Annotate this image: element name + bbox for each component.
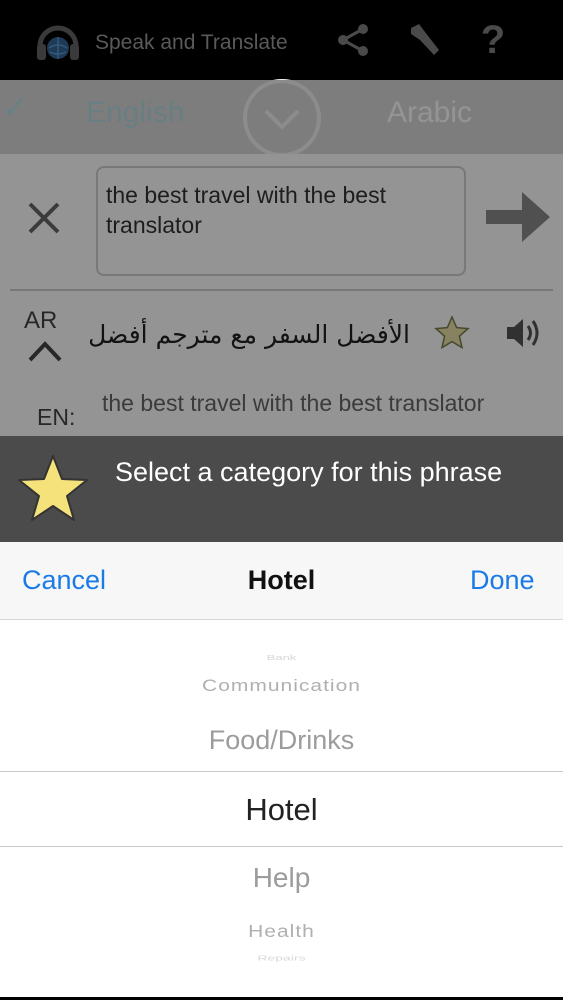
picker-option[interactable]: Repairs [0, 954, 563, 963]
share-icon[interactable] [333, 20, 373, 60]
picker-option-selected[interactable]: Hotel [0, 792, 563, 828]
selection-line-top [0, 771, 563, 772]
done-button[interactable]: Done [470, 565, 535, 596]
selection-line-bottom [0, 846, 563, 847]
category-prompt: Select a category for this phrase [115, 457, 503, 487]
picker-option[interactable]: Help [0, 862, 563, 894]
settings-wrench-icon[interactable] [403, 20, 443, 60]
dim-overlay [0, 80, 563, 440]
star-icon [18, 455, 88, 521]
picker-option[interactable]: Communication [0, 676, 563, 695]
picker-option[interactable]: Food/Drinks [0, 725, 563, 756]
help-icon[interactable]: ? [473, 20, 513, 60]
picker-option[interactable]: Health [0, 922, 563, 942]
picker-option[interactable]: Bank [0, 653, 563, 661]
app-title: Speak and Translate [95, 31, 288, 54]
headphones-logo-icon [37, 25, 79, 60]
